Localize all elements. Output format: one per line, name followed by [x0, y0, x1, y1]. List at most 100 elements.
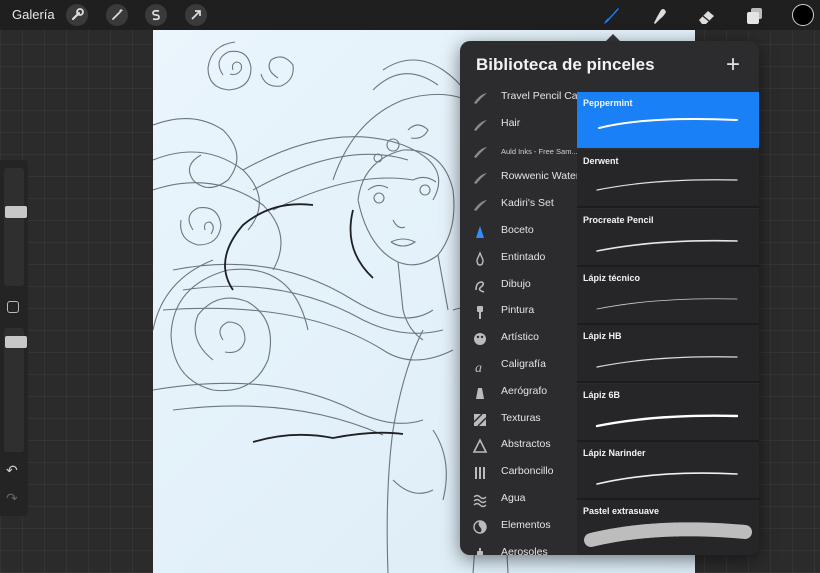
brush-set-label: Rowwenic Watercolor: [501, 170, 577, 183]
brush-item[interactable]: Lápiz 6B: [577, 383, 759, 442]
brush-set-item[interactable]: Dibujo: [460, 273, 577, 299]
eraser-icon[interactable]: [694, 3, 720, 29]
layers-icon[interactable]: [742, 3, 768, 29]
brush-name: Derwent: [583, 156, 619, 167]
airbrush-icon: [472, 385, 488, 401]
brush-set-label: Agua: [501, 492, 526, 504]
triangle-icon: [472, 438, 488, 454]
brush-name: Lápiz técnico: [583, 272, 641, 283]
brush-set-label: Aerógrafo: [501, 384, 548, 397]
brush-set-item[interactable]: Aerógrafo: [460, 380, 577, 406]
undo-icon[interactable]: ↶: [6, 462, 18, 479]
top-toolbar: Galería: [0, 0, 820, 30]
brush-name: Lápiz HB: [583, 331, 622, 342]
stroke-icon: [472, 197, 488, 213]
brush-set-label: Elementos: [501, 518, 551, 531]
brush-set-item[interactable]: Artístico: [460, 326, 577, 352]
brush-set-label: Entintado: [501, 250, 546, 263]
brush-set-item[interactable]: Carboncillo: [460, 460, 577, 486]
brush-list: Peppermint Derwent Procreate Pencil Lápiz t…: [577, 92, 759, 555]
brush-stroke-preview: [596, 472, 738, 485]
wrench-icon[interactable]: [66, 4, 88, 26]
paint-brush-icon: [472, 304, 488, 320]
brush-name: Peppermint: [583, 98, 633, 108]
color-picker-button[interactable]: [792, 4, 814, 26]
svg-text:a: a: [475, 361, 482, 374]
brush-set-label: Carboncillo: [501, 465, 554, 478]
brush-set-item[interactable]: Abstractos: [460, 433, 577, 459]
brush-stroke-preview: [596, 179, 738, 191]
brush-icon[interactable]: [598, 3, 624, 29]
opacity-knob[interactable]: [5, 336, 27, 348]
brush-size-knob[interactable]: [5, 206, 27, 218]
gallery-button[interactable]: Galería: [12, 7, 55, 22]
brush-name: Lápiz 6B: [583, 389, 621, 400]
ink-drop-icon: [472, 251, 488, 267]
brush-stroke-preview: [584, 522, 752, 548]
brush-set-label: Texturas: [501, 411, 541, 424]
brush-set-item[interactable]: Aerosoles: [460, 541, 577, 555]
brush-set-label: Artístico: [501, 331, 539, 344]
brush-set-label: Aerosoles: [501, 545, 548, 555]
left-sidebar: ↶ ↷: [0, 160, 28, 516]
brush-set-label: Boceto: [501, 224, 534, 236]
smudge-icon[interactable]: [646, 3, 672, 29]
brush-set-item[interactable]: Auld Inks - Free Sam...: [460, 139, 577, 165]
brush-set-item[interactable]: Travel Pencil Case: [460, 85, 577, 111]
brush-set-item[interactable]: Kadiri's Set: [460, 192, 577, 218]
stroke-icon: [472, 90, 488, 106]
brush-size-slider[interactable]: [4, 168, 27, 286]
brush-item[interactable]: Lápiz HB: [577, 325, 759, 384]
brush-set-label: Dibujo: [501, 277, 531, 290]
brush-set-label: Kadiri's Set: [501, 197, 554, 210]
selection-s-icon[interactable]: [145, 4, 167, 26]
brush-set-item[interactable]: Elementos: [460, 514, 577, 540]
brush-item[interactable]: Pastel extrasuave: [577, 500, 759, 555]
brush-set-item[interactable]: Agua: [460, 487, 577, 513]
brush-set-item[interactable]: a Caligrafía: [460, 353, 577, 379]
brush-item-selected[interactable]: Peppermint: [577, 92, 759, 148]
transform-arrow-icon[interactable]: [185, 4, 207, 26]
brush-set-item[interactable]: Rowwenic Watercolor: [460, 165, 577, 191]
brush-library-title: Biblioteca de pinceles: [476, 55, 655, 74]
charcoal-icon: [472, 465, 488, 481]
brush-set-list: Travel Pencil Case Hair Auld Inks - Free S…: [460, 85, 577, 555]
brush-stroke-preview: [596, 298, 738, 310]
brush-set-item[interactable]: Hair: [460, 112, 577, 138]
brush-set-label: Caligrafía: [501, 358, 546, 370]
brush-stroke-preview: [596, 239, 738, 252]
brush-name: Procreate Pencil: [583, 214, 654, 225]
brush-set-label: Hair: [501, 116, 521, 129]
brush-item[interactable]: Procreate Pencil: [577, 208, 759, 267]
plus-icon[interactable]: +: [726, 51, 740, 79]
texture-icon: [472, 412, 488, 428]
brush-stroke-preview: [596, 356, 738, 368]
brush-set-item[interactable]: Texturas: [460, 407, 577, 433]
stroke-icon: [472, 144, 488, 160]
modify-square-icon[interactable]: [7, 301, 19, 313]
brush-item[interactable]: Derwent: [577, 150, 759, 209]
stroke-icon: [472, 170, 488, 186]
brush-item[interactable]: Lápiz técnico: [577, 266, 759, 325]
brush-stroke-preview: [598, 118, 738, 129]
brush-set-label: Travel Pencil Case: [501, 90, 577, 102]
opacity-slider[interactable]: [4, 328, 27, 452]
brush-item[interactable]: Lápiz Narinder: [577, 441, 759, 500]
spray-can-icon: [472, 546, 488, 555]
brush-name: Lápiz Narinder: [583, 447, 646, 458]
brush-stroke-preview: [595, 414, 739, 427]
squiggle-icon: [472, 278, 488, 294]
brush-set-label: Abstractos: [501, 438, 551, 451]
stroke-icon: [472, 117, 488, 133]
brush-set-item[interactable]: Pintura: [460, 299, 577, 325]
brush-name: Pastel extrasuave: [583, 506, 660, 517]
redo-icon[interactable]: ↷: [6, 490, 18, 507]
waves-icon: [472, 492, 488, 508]
calligraphy-icon: a: [472, 358, 488, 376]
magic-wand-icon[interactable]: [106, 4, 128, 26]
brush-set-item[interactable]: Boceto: [460, 219, 577, 245]
pencil-tip-icon: [472, 224, 488, 240]
brush-set-item[interactable]: Entintado: [460, 246, 577, 272]
yin-yang-icon: [472, 519, 488, 535]
brush-set-label: Auld Inks - Free Sam...: [501, 146, 577, 156]
